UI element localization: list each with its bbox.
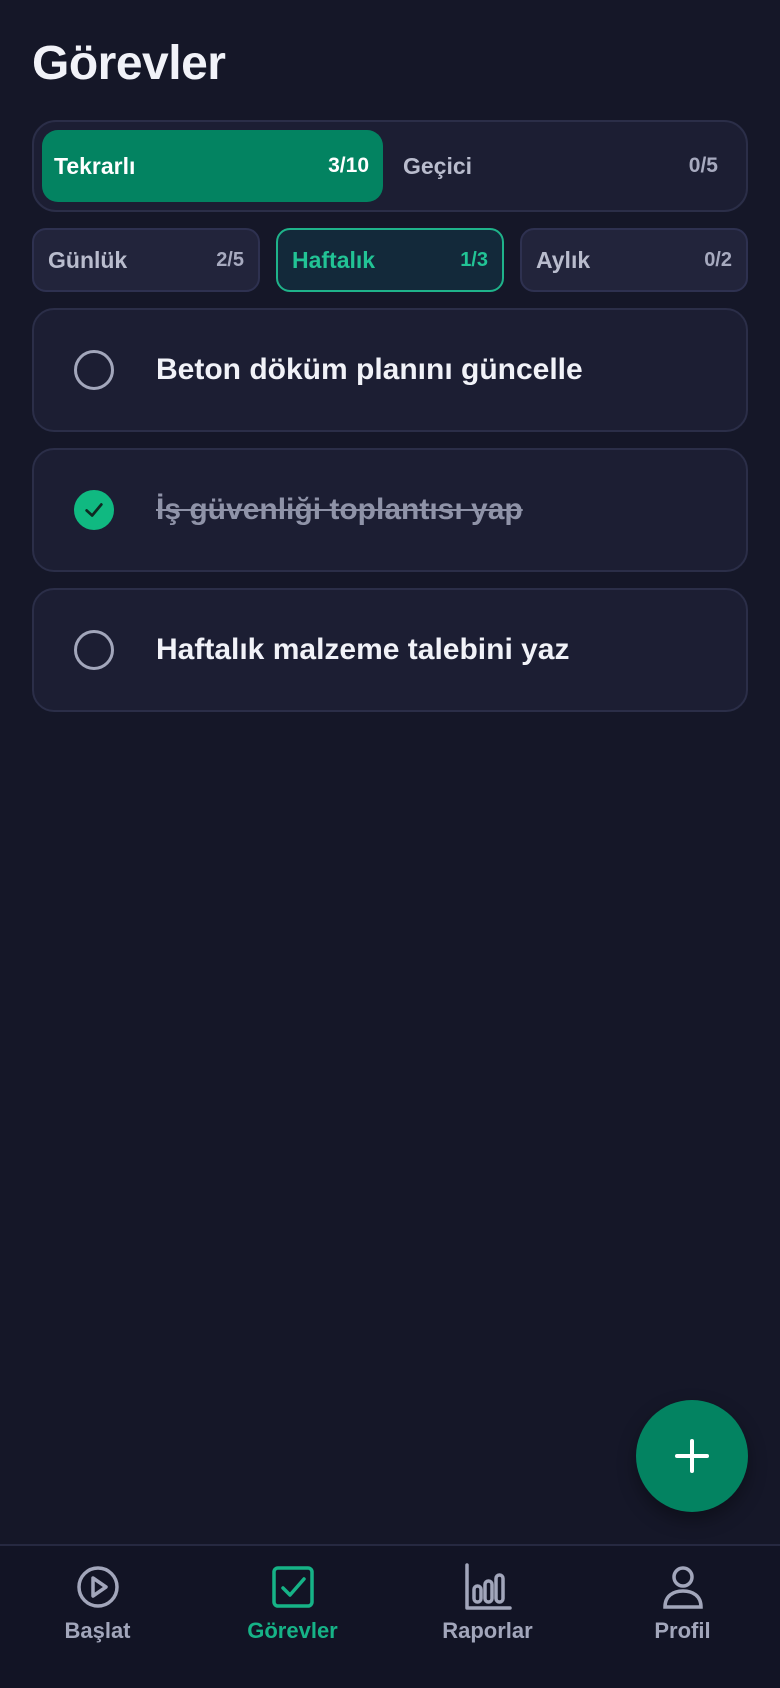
nav-item-start[interactable]: Başlat xyxy=(0,1546,195,1688)
task-title: Beton döküm planını güncelle xyxy=(156,353,583,386)
tasks-screen: Görevler Tekrarlı 3/10 Geçici 0/5 Günlük… xyxy=(0,0,780,1688)
task-checkbox[interactable] xyxy=(74,350,114,390)
task-checkbox[interactable] xyxy=(74,490,114,530)
nav-label: Raporlar xyxy=(442,1618,533,1643)
segment-label: Geçici xyxy=(403,152,473,179)
task-item[interactable]: İş güvenliği toplantısı yap xyxy=(32,448,748,572)
nav-item-profile[interactable]: Profil xyxy=(585,1546,780,1688)
chip-label: Günlük xyxy=(48,246,128,273)
period-chip-weekly[interactable]: Haftalık 1/3 xyxy=(276,228,504,292)
task-item[interactable]: Haftalık malzeme talebini yaz xyxy=(32,588,748,712)
chip-label: Haftalık xyxy=(292,246,376,273)
bottom-navigation: Başlat Görevler Raporlar Profil xyxy=(0,1544,780,1688)
segment-count: 3/10 xyxy=(328,154,369,177)
segment-temporary[interactable]: Geçici 0/5 xyxy=(383,130,738,202)
nav-label: Profil xyxy=(654,1618,711,1643)
chip-label: Aylık xyxy=(536,246,591,273)
segment-recurring[interactable]: Tekrarlı 3/10 xyxy=(42,130,383,202)
task-checkbox[interactable] xyxy=(74,630,114,670)
period-filter: Günlük 2/5 Haftalık 1/3 Aylık 0/2 xyxy=(32,228,748,292)
chip-count: 1/3 xyxy=(460,248,488,271)
nav-label: Başlat xyxy=(64,1618,131,1643)
task-title: Haftalık malzeme talebini yaz xyxy=(156,633,570,666)
plus-icon xyxy=(675,1439,709,1473)
task-item[interactable]: Beton döküm planını güncelle xyxy=(32,308,748,432)
segment-count: 0/5 xyxy=(688,154,718,177)
nav-item-reports[interactable]: Raporlar xyxy=(390,1546,585,1688)
period-chip-monthly[interactable]: Aylık 0/2 xyxy=(520,228,748,292)
period-chip-daily[interactable]: Günlük 2/5 xyxy=(32,228,260,292)
user-icon xyxy=(662,1566,703,1609)
page-title: Görevler xyxy=(32,37,226,90)
chip-count: 2/5 xyxy=(216,248,244,271)
checkmark-icon xyxy=(85,503,103,517)
nav-item-tasks[interactable]: Görevler xyxy=(195,1546,390,1688)
chip-count: 0/2 xyxy=(704,248,732,271)
task-list: Beton döküm planını güncelle İş güvenliğ… xyxy=(32,308,748,728)
task-title: İş güvenliği toplantısı yap xyxy=(156,493,523,526)
task-type-segmented-control: Tekrarlı 3/10 Geçici 0/5 xyxy=(32,120,748,212)
nav-label: Görevler xyxy=(247,1618,338,1643)
checkbox-icon xyxy=(271,1566,314,1608)
play-circle-icon xyxy=(76,1566,119,1608)
add-task-button[interactable] xyxy=(636,1400,748,1512)
segment-label: Tekrarlı xyxy=(54,152,136,179)
bar-chart-icon xyxy=(464,1563,512,1610)
